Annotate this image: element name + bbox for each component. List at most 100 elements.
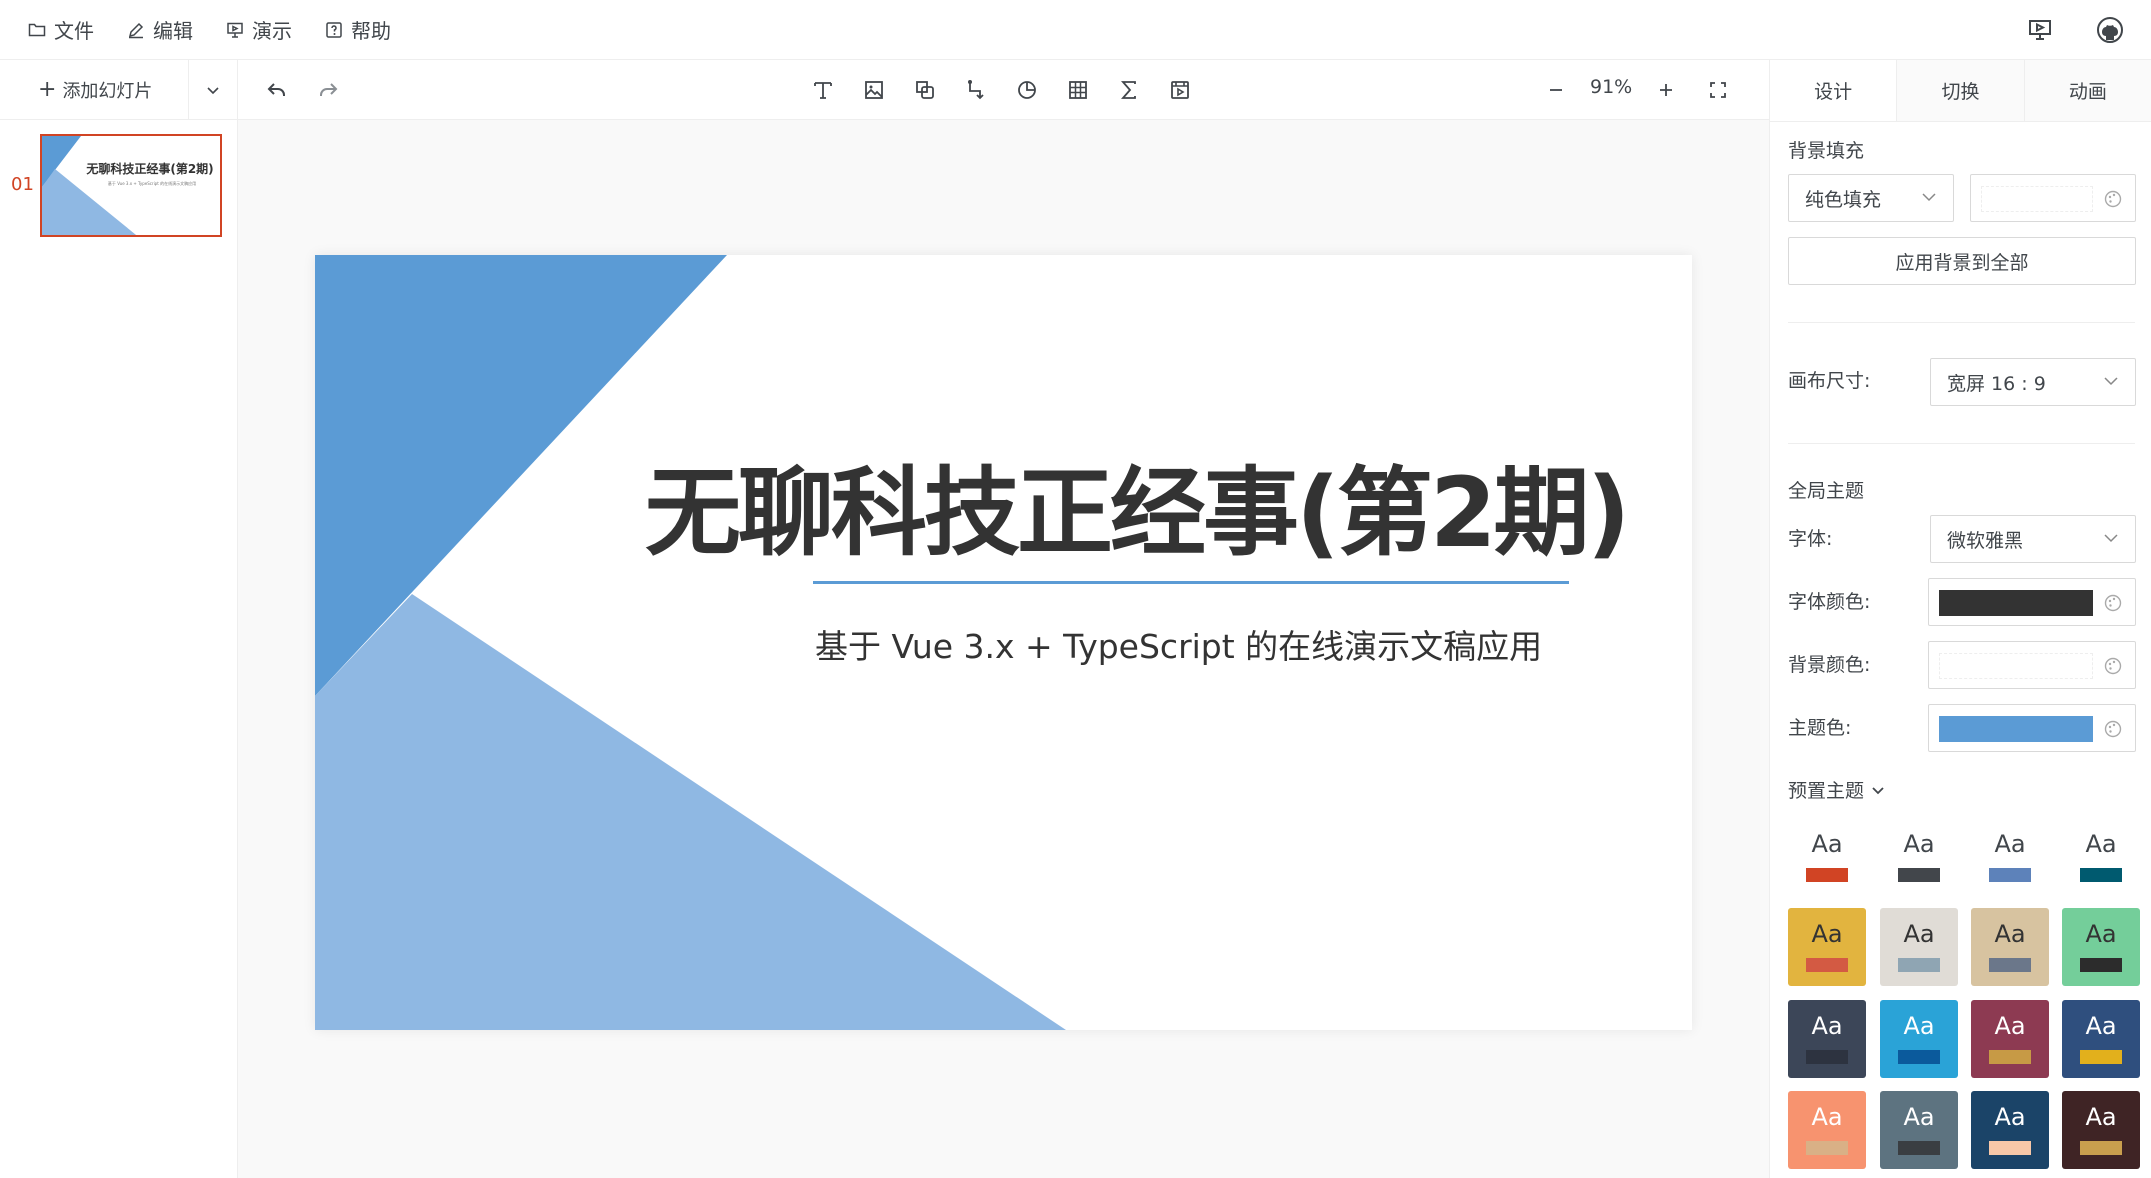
slide-thumbnail[interactable]: 无聊科技正经事(第2期) 基于 Vue 3.x + TypeScript 的在线… xyxy=(40,134,222,237)
preset-theme-sample-text: Aa xyxy=(2085,1012,2117,1040)
preset-theme-sample-text: Aa xyxy=(1994,830,2026,858)
chart-icon[interactable] xyxy=(1012,75,1042,105)
background-fill-swatch xyxy=(1981,186,2093,212)
canvas-size-label: 画布尺寸: xyxy=(1788,370,1871,392)
github-icon[interactable] xyxy=(2095,15,2125,45)
preset-theme-2[interactable]: Aa xyxy=(1880,818,1958,896)
tab-design[interactable]: 设计 xyxy=(1770,60,1897,121)
background-fill-color-picker[interactable] xyxy=(1970,174,2136,222)
bg-color-label: 背景颜色: xyxy=(1788,654,1871,676)
preset-theme-sample-text: Aa xyxy=(1811,830,1843,858)
preset-theme-12[interactable]: Aa xyxy=(2062,1000,2140,1078)
preset-theme-toggle[interactable]: 预置主题 xyxy=(1788,776,1886,803)
line-icon[interactable] xyxy=(961,75,991,105)
preset-theme-sample-text: Aa xyxy=(1903,1103,1935,1131)
chevron-down-icon xyxy=(2104,534,2118,543)
preset-theme-color-bar xyxy=(1806,1050,1848,1064)
menu-help-label: 帮助 xyxy=(351,19,391,43)
zoom-in-icon[interactable] xyxy=(1651,75,1681,105)
palette-icon xyxy=(2104,190,2122,208)
preset-theme-11[interactable]: Aa xyxy=(1971,1000,2049,1078)
undo-icon[interactable] xyxy=(262,75,292,105)
image-icon[interactable] xyxy=(859,75,889,105)
bg-color-swatch xyxy=(1939,653,2093,679)
menu-help[interactable]: 帮助 xyxy=(323,15,391,44)
zoom-level: 91% xyxy=(1590,76,1633,98)
fill-type-value: 纯色填充 xyxy=(1805,188,1882,211)
add-slide-bar: + 添加幻灯片 xyxy=(0,59,237,120)
slide-thumbnail-panel: + 添加幻灯片 01 无聊科技正经事(第2期) 基于 Vue 3.x + Typ… xyxy=(0,59,238,1178)
slide-thumbnail-item[interactable]: 01 无聊科技正经事(第2期) 基于 Vue 3.x + TypeScript … xyxy=(0,134,238,240)
zoom-out-icon[interactable] xyxy=(1541,75,1571,105)
font-color-picker[interactable] xyxy=(1928,578,2136,626)
preset-theme-sample-text: Aa xyxy=(1903,1012,1935,1040)
table-icon[interactable] xyxy=(1063,75,1093,105)
preset-theme-color-bar xyxy=(1806,958,1848,972)
panel-tabs: 设计 切换 动画 xyxy=(1770,60,2151,122)
preset-theme-4[interactable]: Aa xyxy=(2062,818,2140,896)
preset-theme-5[interactable]: Aa xyxy=(1788,908,1866,986)
preset-theme-color-bar xyxy=(1989,1141,2031,1155)
canvas-size-select[interactable]: 宽屏 16 : 9 xyxy=(1930,358,2136,406)
preset-theme-1[interactable]: Aa xyxy=(1788,818,1866,896)
palette-icon xyxy=(2104,720,2122,738)
menu-edit[interactable]: 编辑 xyxy=(125,15,193,44)
slide-index: 01 xyxy=(11,174,34,195)
media-icon[interactable] xyxy=(1165,75,1195,105)
preset-theme-sample-text: Aa xyxy=(1811,920,1843,948)
preset-theme-6[interactable]: Aa xyxy=(1880,908,1958,986)
preset-theme-9[interactable]: Aa xyxy=(1788,1000,1866,1078)
bg-color-picker[interactable] xyxy=(1928,641,2136,689)
thumbnail-title: 无聊科技正经事(第2期) xyxy=(86,162,214,176)
menu-present-label: 演示 xyxy=(252,19,292,43)
text-icon[interactable] xyxy=(808,75,838,105)
menu-present[interactable]: 演示 xyxy=(224,15,292,44)
background-fill-label: 背景填充 xyxy=(1788,140,1865,162)
editor-canvas-area: 91% 无聊科技正经事(第2期) 基于 Vue 3.x + TypeScript… xyxy=(238,60,1769,1178)
add-slide-dropdown[interactable] xyxy=(189,60,237,120)
apply-background-all-button[interactable]: 应用背景到全部 xyxy=(1788,237,2136,285)
preset-theme-color-bar xyxy=(2080,1050,2122,1064)
redo-icon[interactable] xyxy=(313,75,343,105)
fullscreen-icon[interactable] xyxy=(1703,75,1733,105)
theme-color-picker[interactable] xyxy=(1928,704,2136,752)
thumbnail-subtitle: 基于 Vue 3.x + TypeScript 的在线演示文稿应用 xyxy=(107,181,197,186)
slide-title[interactable]: 无聊科技正经事(第2期) xyxy=(645,435,1631,574)
menu-right-actions xyxy=(1985,0,2125,60)
shape-icon[interactable] xyxy=(910,75,940,105)
font-select[interactable]: 微软雅黑 xyxy=(1930,515,2136,563)
preset-theme-16[interactable]: Aa xyxy=(2062,1091,2140,1169)
slide-canvas[interactable]: 无聊科技正经事(第2期) 基于 Vue 3.x + TypeScript 的在线… xyxy=(315,255,1692,1030)
preset-theme-sample-text: Aa xyxy=(1994,920,2026,948)
preset-theme-14[interactable]: Aa xyxy=(1880,1091,1958,1169)
preset-theme-color-bar xyxy=(1806,868,1848,882)
plus-icon: + xyxy=(38,76,57,102)
preset-theme-color-bar xyxy=(1989,868,2031,882)
global-theme-label: 全局主题 xyxy=(1788,480,1865,502)
menu-file[interactable]: 文件 xyxy=(26,15,94,44)
preset-theme-color-bar xyxy=(1806,1141,1848,1155)
preset-theme-10[interactable]: Aa xyxy=(1880,1000,1958,1078)
folder-icon xyxy=(26,19,48,41)
slide-subtitle[interactable]: 基于 Vue 3.x + TypeScript 的在线演示文稿应用 xyxy=(815,620,1575,668)
preset-theme-7[interactable]: Aa xyxy=(1971,908,2049,986)
menu-file-label: 文件 xyxy=(54,19,94,43)
preset-theme-3[interactable]: Aa xyxy=(1971,818,2049,896)
preset-theme-sample-text: Aa xyxy=(1903,830,1935,858)
slide-divider-line[interactable] xyxy=(813,581,1569,584)
preset-theme-13[interactable]: Aa xyxy=(1788,1091,1866,1169)
preset-theme-8[interactable]: Aa xyxy=(2062,908,2140,986)
preset-theme-15[interactable]: Aa xyxy=(1971,1091,2049,1169)
preset-theme-color-bar xyxy=(2080,1141,2122,1155)
font-value: 微软雅黑 xyxy=(1947,529,2024,552)
fill-type-select[interactable]: 纯色填充 xyxy=(1788,174,1954,222)
preset-theme-sample-text: Aa xyxy=(1811,1103,1843,1131)
preset-theme-color-bar xyxy=(1898,868,1940,882)
font-label: 字体: xyxy=(1788,528,1833,550)
add-slide-button[interactable]: + 添加幻灯片 xyxy=(0,59,190,120)
present-icon[interactable] xyxy=(2025,15,2055,45)
tab-transition[interactable]: 切换 xyxy=(1896,60,2024,121)
formula-icon[interactable] xyxy=(1114,75,1144,105)
canvas-size-value: 宽屏 16 : 9 xyxy=(1947,372,2046,395)
tab-animation[interactable]: 动画 xyxy=(2023,60,2151,121)
